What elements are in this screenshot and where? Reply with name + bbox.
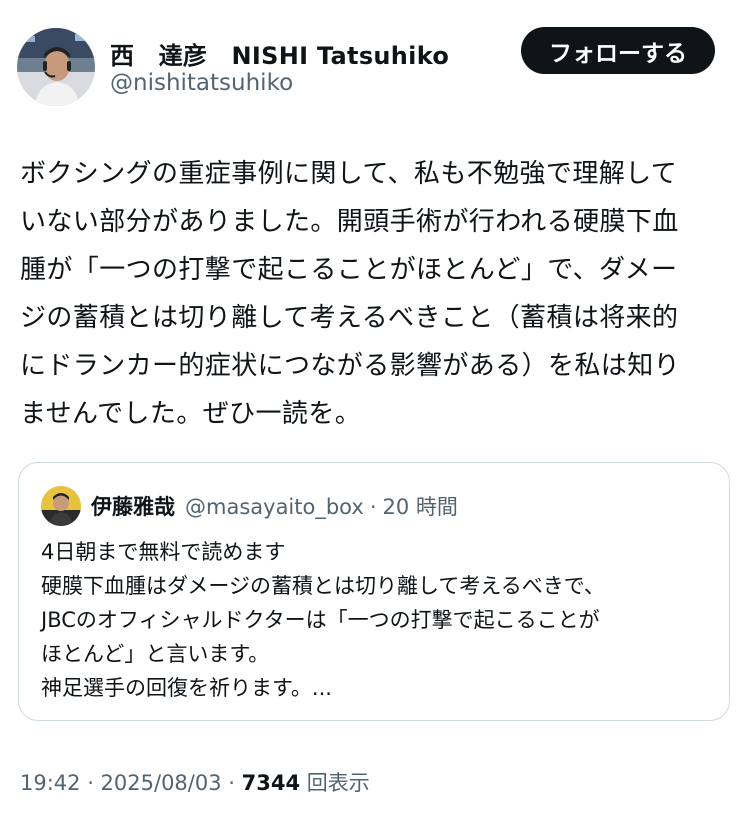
quoted-post-card[interactable]: 伊藤雅哉 @masayaito_box · 20 時間 4日朝まで無料で読めます…	[18, 462, 730, 721]
post-text-line: 腫が「一つの打撃で起こることがほとんど」で、ダメー	[20, 255, 678, 285]
views-label: 回表示	[300, 771, 370, 795]
quote-author-handle[interactable]: @masayaito_box	[185, 495, 364, 519]
quote-author-name[interactable]: 伊藤雅哉	[91, 491, 175, 521]
quote-author-avatar[interactable]	[41, 486, 81, 526]
views-count: 7344	[241, 771, 301, 795]
post-text-line: ボクシングの重症事例に関して、私も不勉強で理解して	[20, 159, 678, 189]
author-avatar[interactable]	[17, 28, 95, 106]
quote-text-line: ほとんど」と言います。	[41, 642, 270, 666]
author-name[interactable]: 西 達彦 NISHI Tatsuhiko	[110, 36, 449, 71]
quote-text-line: JBCのオフィシャルドクターは「一つの打撃で起こることが	[41, 608, 600, 632]
quote-header: 伊藤雅哉 @masayaito_box · 20 時間	[91, 491, 458, 521]
follow-button[interactable]: フォローする	[521, 27, 715, 74]
quote-text: 4日朝まで無料で読めます 硬膜下血腫はダメージの蓄積とは切り離して考えるべきで、…	[41, 535, 605, 705]
quote-text-line: 4日朝まで無料で読めます	[41, 540, 286, 564]
quote-text-line: 硬膜下血腫はダメージの蓄積とは切り離して考えるべきで、	[41, 574, 605, 598]
quote-timestamp[interactable]: 20 時間	[383, 491, 458, 521]
post-meta: 19:42 · 2025/08/03 · 7344 回表示	[20, 767, 370, 797]
post-text: ボクシングの重症事例に関して、私も不勉強で理解して いない部分がありました。開頭…	[20, 150, 732, 438]
author-handle[interactable]: @nishitatsuhiko	[110, 70, 293, 96]
post-timestamp[interactable]: 19:42 · 2025/08/03 ·	[20, 771, 242, 795]
quote-separator: ·	[369, 495, 377, 519]
post-text-line: ジの蓄積とは切り離して考えるべきこと（蓄積は将来的	[20, 303, 679, 333]
post-text-line: いない部分がありました。開頭手術が行われる硬膜下血	[20, 207, 679, 237]
post-text-line: ませんでした。ぜひ一読を。	[20, 399, 362, 429]
quote-text-line: 神足選手の回復を祈ります。...	[41, 676, 332, 700]
post-text-line: にドランカー的症状につながる影響がある）を私は知り	[20, 351, 681, 381]
